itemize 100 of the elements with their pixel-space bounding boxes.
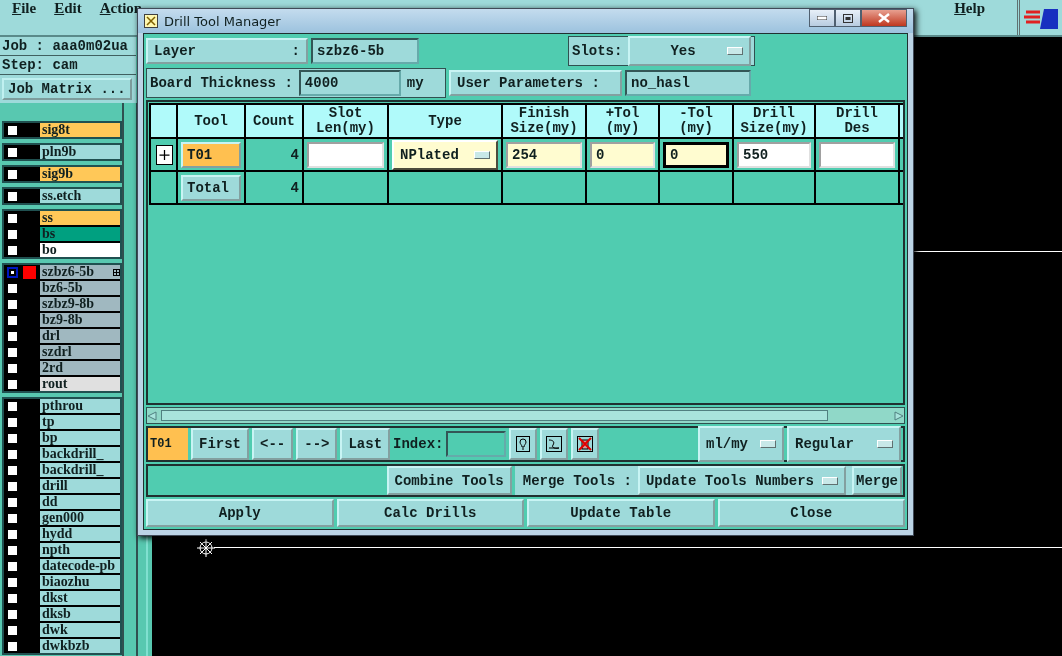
- layer-checkbox[interactable]: [7, 448, 18, 460]
- layer-button[interactable]: Layer :: [146, 38, 308, 64]
- layer-checkbox[interactable]: [7, 190, 18, 202]
- layer-item[interactable]: bo: [40, 243, 120, 257]
- layer-item[interactable]: rout: [40, 377, 120, 391]
- action-button[interactable]: Close: [717, 499, 905, 527]
- minimize-button[interactable]: [809, 9, 835, 27]
- layer-item[interactable]: dd: [40, 495, 120, 509]
- layer-item[interactable]: sig9b: [40, 167, 120, 181]
- layer-checkbox[interactable]: [7, 624, 18, 636]
- layer-item[interactable]: dkst: [40, 591, 120, 605]
- slots-dropdown[interactable]: Yes: [628, 36, 751, 66]
- expand-icon[interactable]: [156, 144, 173, 165]
- combine-tools-button[interactable]: Combine Tools: [386, 466, 512, 495]
- action-button[interactable]: Calc Drills: [336, 499, 524, 527]
- layer-checkbox[interactable]: [7, 544, 18, 556]
- user-parameters-button[interactable]: User Parameters :: [449, 70, 622, 96]
- layer-item[interactable]: backdrill_: [40, 447, 120, 461]
- horizontal-scrollbar[interactable]: [146, 407, 905, 424]
- layer-item[interactable]: datecode-pb: [40, 559, 120, 573]
- layer-item[interactable]: szdrl: [40, 345, 120, 359]
- scroll-left-icon[interactable]: [147, 410, 157, 421]
- layer-checkbox[interactable]: [7, 608, 18, 620]
- layer-checkbox[interactable]: [7, 330, 18, 342]
- graph-button[interactable]: [540, 428, 569, 460]
- delete-button[interactable]: [571, 428, 600, 460]
- units-dropdown[interactable]: ml/my: [698, 426, 784, 462]
- index-field[interactable]: [446, 431, 507, 457]
- merge-option-dropdown[interactable]: Update Tools Numbers: [637, 466, 846, 495]
- layer-checkbox[interactable]: [7, 146, 18, 158]
- layer-item[interactable]: biaozhu: [40, 575, 120, 589]
- tool-button[interactable]: T01: [181, 141, 241, 168]
- layer-item[interactable]: szbz6-5b: [40, 265, 120, 279]
- layer-item[interactable]: npth: [40, 543, 120, 557]
- hint-button[interactable]: [509, 428, 538, 460]
- layer-item[interactable]: dwkbzb: [40, 639, 120, 653]
- layer-checkbox[interactable]: [7, 560, 18, 572]
- layer-checkbox[interactable]: [7, 576, 18, 588]
- layer-checkbox[interactable]: [7, 228, 18, 240]
- input-field[interactable]: 0: [663, 141, 729, 168]
- job-matrix-button[interactable]: Job Matrix ...: [2, 78, 132, 100]
- layer-item[interactable]: szbz9-8b: [40, 297, 120, 311]
- layer-field[interactable]: szbz6-5b: [311, 38, 419, 64]
- nav-button[interactable]: First: [191, 428, 249, 460]
- layer-checkbox[interactable]: [7, 378, 18, 390]
- layer-checkbox[interactable]: [7, 282, 18, 294]
- layer-checkbox[interactable]: [7, 400, 18, 412]
- layer-item[interactable]: dwk: [40, 623, 120, 637]
- layer-item[interactable]: bz6-5b: [40, 281, 120, 295]
- layer-item[interactable]: ss.etch: [40, 189, 120, 203]
- user-parameters-field[interactable]: no_hasl: [625, 70, 751, 96]
- input-field[interactable]: 0: [590, 141, 655, 168]
- layer-item[interactable]: tp: [40, 415, 120, 429]
- layer-item[interactable]: gen000: [40, 511, 120, 525]
- close-button[interactable]: [861, 9, 907, 27]
- merge-button[interactable]: Merge: [852, 466, 902, 495]
- layer-item[interactable]: pthrou: [40, 399, 120, 413]
- layer-checkbox[interactable]: [7, 212, 18, 224]
- layer-checkbox[interactable]: [7, 432, 18, 444]
- thickness-field[interactable]: 4000: [298, 70, 401, 96]
- scroll-right-icon[interactable]: [894, 410, 904, 421]
- nav-button[interactable]: <--: [252, 428, 294, 460]
- layer-checkbox[interactable]: [7, 314, 18, 326]
- nav-button[interactable]: Last: [340, 428, 391, 460]
- layer-checkbox[interactable]: [7, 592, 18, 604]
- layer-checkbox[interactable]: [7, 124, 18, 136]
- type-dropdown[interactable]: NPlated: [392, 139, 498, 170]
- layer-checkbox[interactable]: [7, 266, 18, 278]
- maximize-button[interactable]: [835, 9, 861, 27]
- layer-checkbox[interactable]: [7, 496, 18, 508]
- layer-checkbox[interactable]: [7, 640, 18, 652]
- layer-item[interactable]: dksb: [40, 607, 120, 621]
- layer-item[interactable]: drill: [40, 479, 120, 493]
- layer-item[interactable]: bp: [40, 431, 120, 445]
- layer-item[interactable]: bs: [40, 227, 120, 241]
- layer-item[interactable]: drl: [40, 329, 120, 343]
- layer-checkbox[interactable]: [7, 464, 18, 476]
- menu-item[interactable]: File: [12, 0, 37, 16]
- layer-checkbox[interactable]: [7, 512, 18, 524]
- layer-checkbox[interactable]: [7, 480, 18, 492]
- menu-item[interactable]: Help: [954, 0, 985, 16]
- tool-button[interactable]: Total: [181, 174, 241, 201]
- layer-checkbox[interactable]: [7, 416, 18, 428]
- layer-item[interactable]: bz9-8b: [40, 313, 120, 327]
- layer-item[interactable]: ss: [40, 211, 120, 225]
- layer-checkbox[interactable]: [7, 168, 18, 180]
- layer-checkbox[interactable]: [7, 244, 18, 256]
- layer-checkbox[interactable]: [7, 346, 18, 358]
- layer-checkbox[interactable]: [7, 362, 18, 374]
- layer-item[interactable]: sig8t: [40, 123, 120, 137]
- nav-button[interactable]: -->: [296, 428, 338, 460]
- input-field[interactable]: 550: [737, 141, 811, 168]
- input-field[interactable]: 254: [506, 141, 582, 168]
- action-button[interactable]: Apply: [146, 499, 334, 527]
- layer-checkbox[interactable]: [7, 298, 18, 310]
- layer-item[interactable]: backdrill_: [40, 463, 120, 477]
- menu-item[interactable]: Edit: [54, 0, 82, 16]
- mode-dropdown[interactable]: Regular: [787, 426, 901, 462]
- action-button[interactable]: Update Table: [527, 499, 715, 527]
- input-field[interactable]: [307, 141, 384, 168]
